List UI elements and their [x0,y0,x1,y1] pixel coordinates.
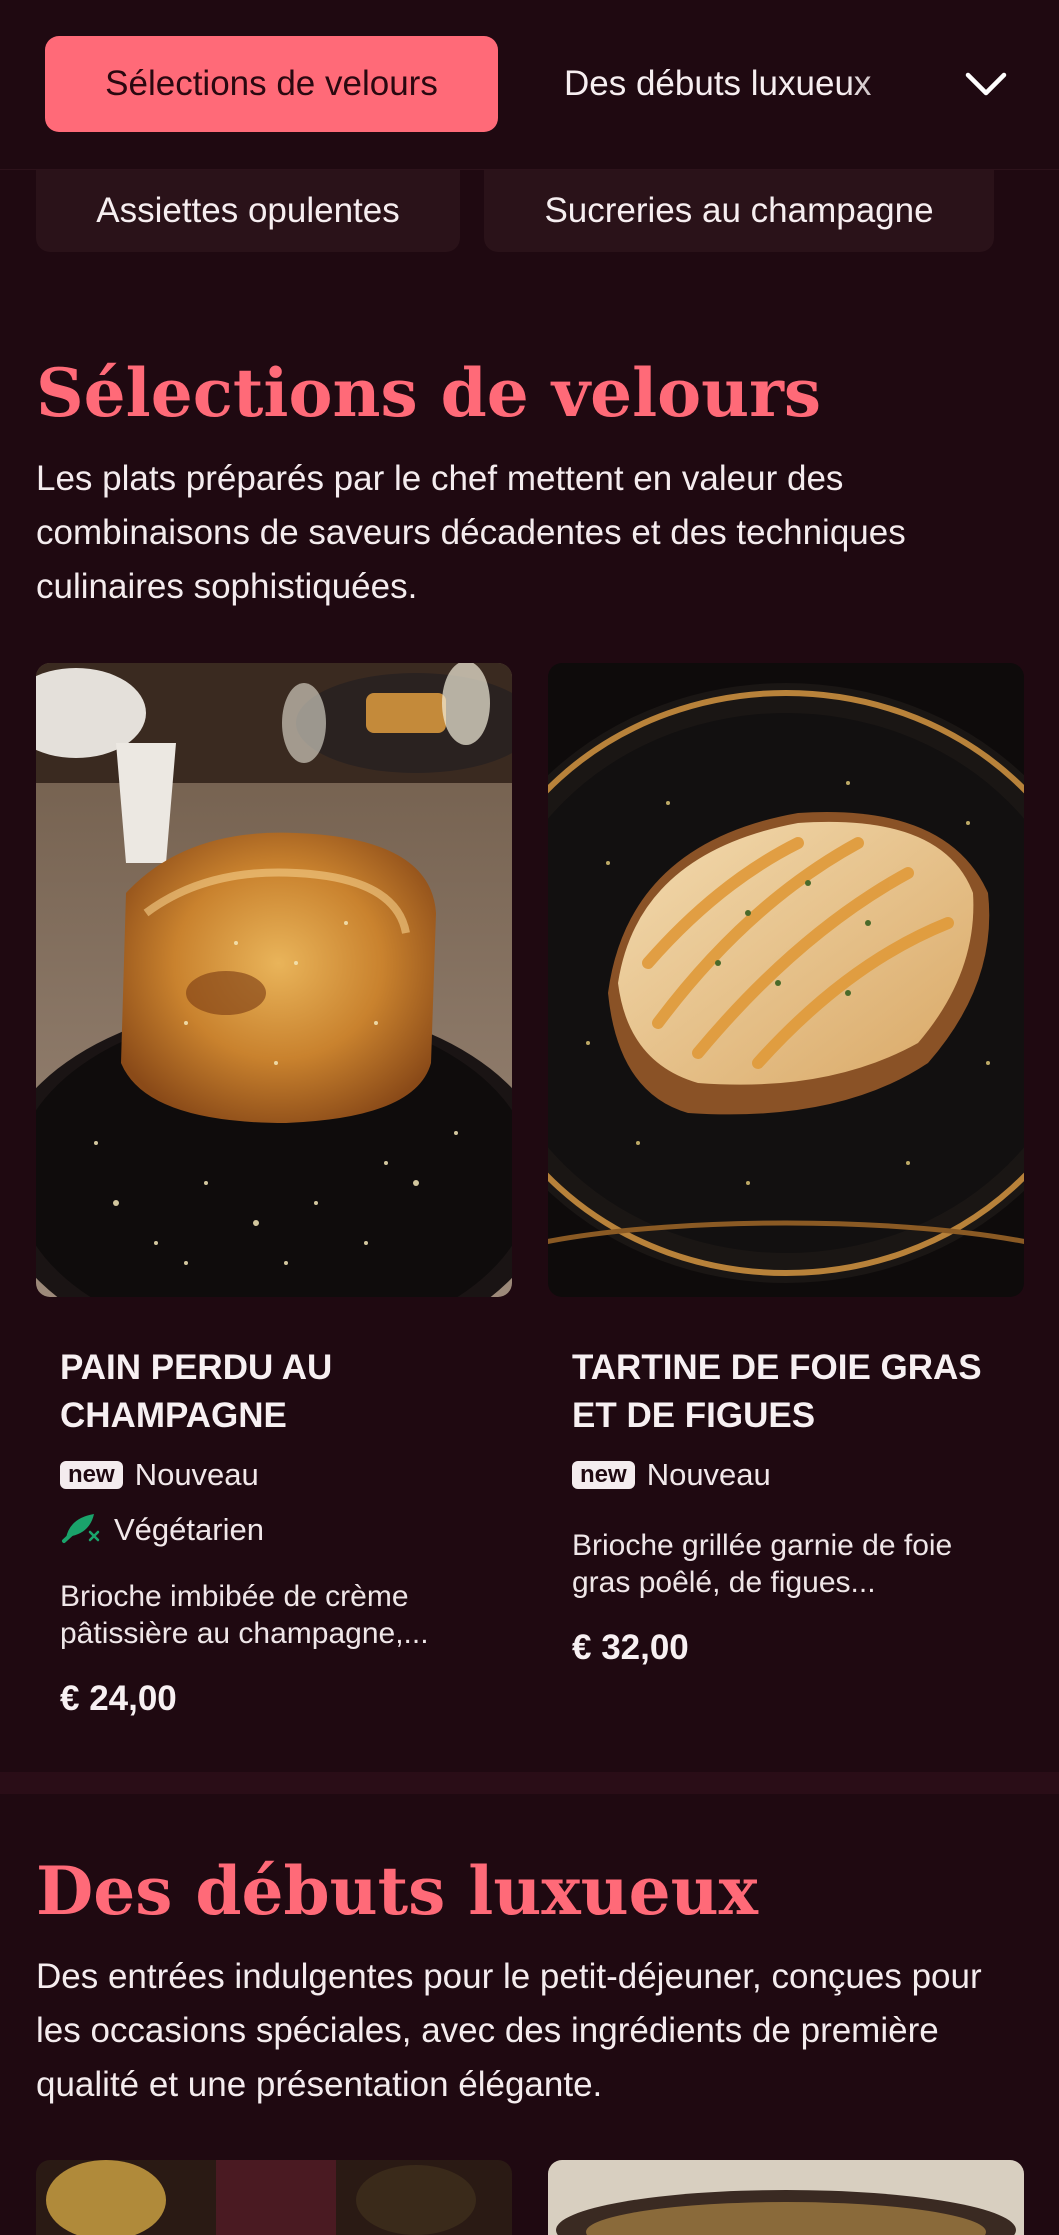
new-tag: new Nouveau [60,1457,259,1493]
new-label: Nouveau [646,1457,771,1492]
tab-des-debuts-luxueux[interactable]: Des débuts luxueux [564,36,964,132]
section-title: Sélections de velours [36,354,822,432]
tab-label: Sélections de velours [105,64,438,103]
tab-sucreries-au-champagne[interactable]: Sucreries au champagne [484,170,994,252]
vegetarian-label: Végétarien [114,1512,264,1547]
section-title: Des débuts luxueux [36,1852,758,1930]
chevron-down-icon[interactable] [960,60,1012,108]
dish-name[interactable]: Tartine de foie gras et de figues [572,1344,1002,1440]
vegetarian-leaf-icon [60,1508,102,1552]
new-tag: new Nouveau [572,1457,771,1493]
dish-description: Brioche grillée garnie de foie gras poêl… [572,1529,953,1599]
dish-description: Brioche imbibée de crème pâtissière au c… [60,1580,429,1650]
dish-image[interactable] [548,2160,1024,2235]
dish-price: € 24,00 [60,1679,177,1718]
new-badge: new [60,1461,123,1489]
subcategory-row: Assiettes opulentes Sucreries au champag… [0,170,1059,260]
category-nav: Sélections de velours Des débuts luxueux [0,0,1059,170]
dish-image-pain-perdu[interactable] [36,663,512,1297]
tab-label: Des débuts luxueux [564,64,872,103]
dish-image-tartine-foie-gras[interactable] [548,663,1024,1297]
tab-label: Sucreries au champagne [544,191,934,230]
section-description: Des entrées indulgentes pour le petit-dé… [36,1957,982,2104]
new-label: Nouveau [134,1457,259,1492]
vegetarian-tag: Végétarien [60,1508,264,1552]
tab-selections-de-velours[interactable]: Sélections de velours [45,36,498,132]
tab-label: Assiettes opulentes [96,191,400,230]
section-description: Les plats préparés par le chef mettent e… [36,459,906,606]
dish-image[interactable] [36,2160,512,2235]
section-divider [0,1772,1059,1794]
new-badge: new [572,1461,635,1489]
dish-name[interactable]: Pain perdu au champagne [60,1344,490,1440]
tab-assiettes-opulentes[interactable]: Assiettes opulentes [36,170,460,252]
dish-price: € 32,00 [572,1628,689,1667]
